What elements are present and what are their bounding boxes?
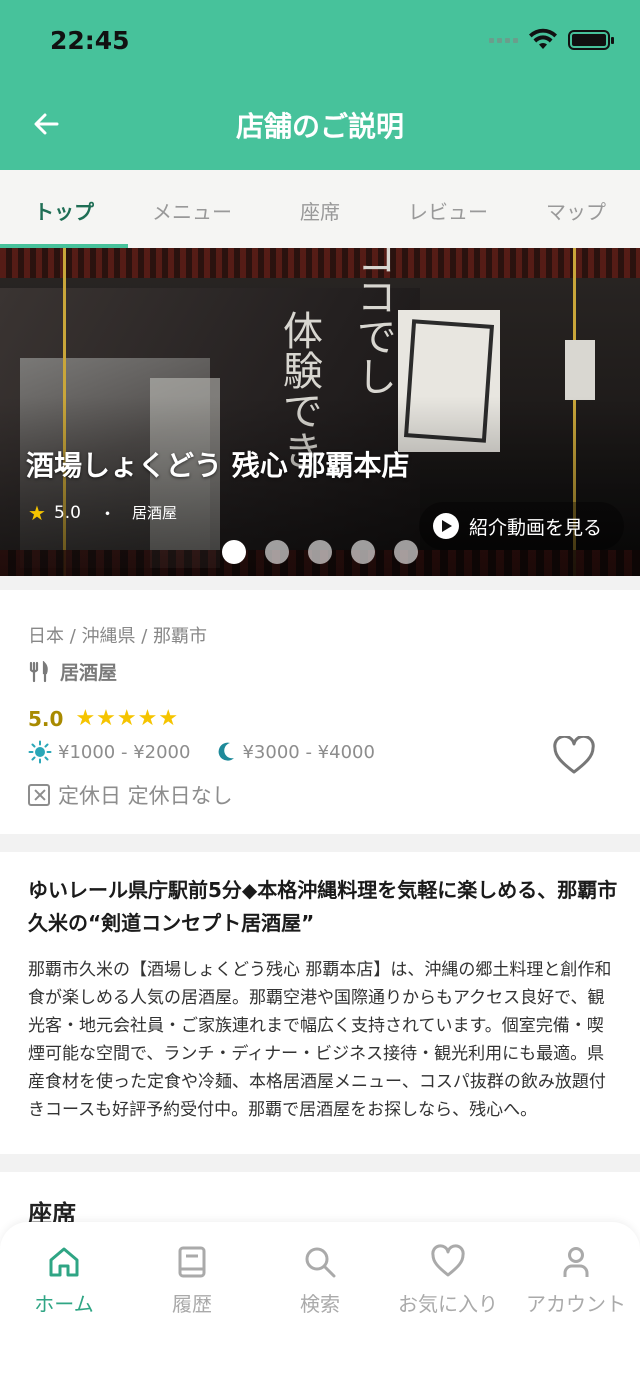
account-icon <box>563 1247 589 1277</box>
wifi-icon <box>529 28 557 49</box>
rating-row: 5.0 ★★★★★ <box>28 706 179 731</box>
battery-icon <box>568 30 614 50</box>
price-row: ¥1000 - ¥2000 ¥3000 - ¥4000 <box>28 740 375 764</box>
play-icon <box>432 513 459 539</box>
carousel-dot-1[interactable] <box>222 540 246 564</box>
description-body: 那覇市久米の【酒場しょくどう残心 那覇本店】は、沖縄の郷土料理と創作和食が楽しめ… <box>28 960 612 1120</box>
location-breadcrumb: 日本 / 沖縄県 / 那覇市 <box>28 626 208 647</box>
tab-menu[interactable]: メニュー <box>128 170 256 248</box>
nav-favorites[interactable]: お気に入り <box>384 1222 512 1385</box>
hero-image-text: ココでし <box>350 248 396 396</box>
holiday-label: 定休日 定休日なし <box>58 784 233 808</box>
carousel-dot-5[interactable] <box>394 540 418 564</box>
lunch-price: ¥1000 - ¥2000 <box>58 741 191 763</box>
page-title: 店舗のご説明 <box>235 110 404 143</box>
tab-top[interactable]: トップ <box>0 170 128 248</box>
genre-row: 居酒屋 <box>28 658 117 685</box>
hero-carousel[interactable]: ココでし 体験でき 酒場しょくどう 残心 那覇本店 ★ 5.0 ・ 居酒屋 紹介… <box>0 248 640 576</box>
nav-home[interactable]: ホーム <box>0 1222 128 1385</box>
hero-image-pattern <box>0 248 640 278</box>
tab-bar: トップ メニュー 座席 レビュー マップ <box>0 170 640 248</box>
tab-reviews[interactable]: レビュー <box>384 170 512 248</box>
hero-genre: 居酒屋 <box>131 504 177 522</box>
shop-info-card: 日本 / 沖縄県 / 那覇市 居酒屋 5.0 ★★★★★ ¥1000 - ¥20… <box>0 590 640 834</box>
hero-meta: ★ 5.0 ・ 居酒屋 <box>28 500 177 526</box>
nav-account[interactable]: アカウント <box>512 1222 640 1385</box>
sun-icon <box>28 740 52 764</box>
bottom-navigation: ホーム 履歴 検索 お気に入り アカウント <box>0 1222 640 1385</box>
separator-dot: ・ <box>98 505 116 525</box>
shop-name: 酒場しょくどう 残心 那覇本店 <box>26 449 410 482</box>
tab-map[interactable]: マップ <box>512 170 640 248</box>
rating-stars: ★★★★★ <box>75 706 180 731</box>
holiday-row: 定休日 定休日なし <box>28 780 233 810</box>
moon-icon <box>219 742 235 761</box>
carousel-dot-4[interactable] <box>351 540 375 564</box>
carousel-dot-3[interactable] <box>308 540 332 564</box>
app-header: 22:45 店舗のご説明 <box>0 0 640 170</box>
status-icons <box>489 28 614 52</box>
home-icon <box>49 1247 79 1277</box>
favorite-heart-button[interactable] <box>552 736 596 776</box>
search-icon <box>305 1247 336 1278</box>
nav-account-label: アカウント <box>526 1292 626 1316</box>
hero-rating: 5.0 <box>53 502 81 523</box>
star-icon: ★ <box>28 500 46 525</box>
rating-value: 5.0 <box>28 706 64 731</box>
carousel-dot-2[interactable] <box>265 540 289 564</box>
description-card: ゆいレール県庁駅前5分◆本格沖縄料理を気軽に楽しめる、那覇市久米の“剣道コンセプ… <box>0 852 640 1154</box>
history-icon <box>178 1246 206 1278</box>
hero-image-small-sign <box>565 340 595 400</box>
nav-history[interactable]: 履歴 <box>128 1222 256 1385</box>
nav-search-label: 検索 <box>300 1292 340 1316</box>
calendar-closed-icon <box>28 784 50 806</box>
nav-history-label: 履歴 <box>172 1292 212 1316</box>
heart-icon <box>431 1244 465 1277</box>
genre-label: 居酒屋 <box>60 662 118 684</box>
dinner-price: ¥3000 - ¥4000 <box>242 741 375 763</box>
watch-video-button[interactable]: 紹介動画を見る <box>418 502 624 550</box>
description-title: ゆいレール県庁駅前5分◆本格沖縄料理を気軽に楽しめる、那覇市久米の“剣道コンセプ… <box>28 878 618 935</box>
signal-icon <box>489 37 518 43</box>
tab-seats[interactable]: 座席 <box>256 170 384 248</box>
nav-home-label: ホーム <box>34 1292 94 1316</box>
nav-favorites-label: お気に入り <box>398 1292 498 1316</box>
watch-video-label: 紹介動画を見る <box>468 516 602 539</box>
status-time: 22:45 <box>50 26 130 55</box>
nav-search[interactable]: 検索 <box>256 1222 384 1385</box>
fork-knife-icon <box>29 660 48 682</box>
carousel-indicator <box>222 540 418 564</box>
